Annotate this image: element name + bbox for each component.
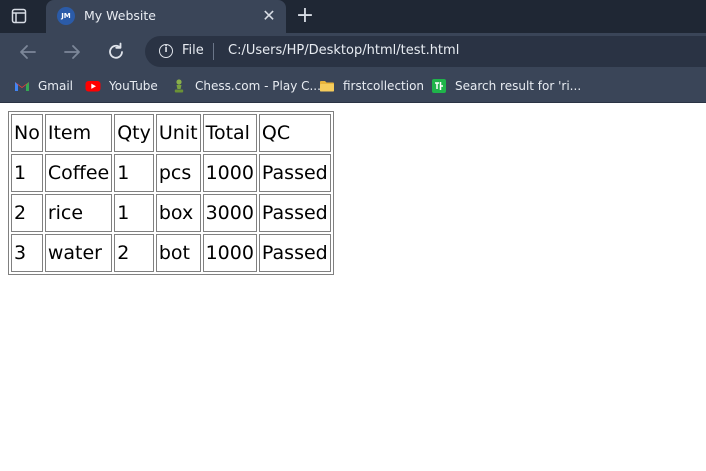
header-cell: No xyxy=(11,114,43,152)
bookmark-label: Search result for 'ri... xyxy=(455,79,582,93)
bookmark-gmail[interactable]: Gmail xyxy=(14,70,73,102)
bookmark-chess[interactable]: Chess.com - Play C... xyxy=(171,70,321,102)
table-cell: Passed xyxy=(258,154,331,192)
browser-chrome: JM My Website ✕ + i File C:/Users/HP/Des… xyxy=(0,0,706,103)
table-cell: rice xyxy=(44,194,113,232)
bookmark-folder-firstcollection[interactable]: firstcollection xyxy=(319,70,424,102)
table-cell: 3 xyxy=(11,234,43,272)
table-cell: 1 xyxy=(114,194,154,232)
toolbar: i File C:/Users/HP/Desktop/html/test.htm… xyxy=(0,33,706,70)
search-site-icon xyxy=(432,79,446,93)
forward-arrow-icon[interactable] xyxy=(61,41,83,63)
youtube-icon xyxy=(85,81,101,92)
tab-active[interactable]: JM My Website ✕ xyxy=(46,0,286,33)
table-row: 2 rice 1 box 3000 Passed xyxy=(11,194,331,232)
bookmark-label: firstcollection xyxy=(343,79,425,93)
table-cell: bot xyxy=(155,234,201,272)
table-row: 1 Coffee 1 pcs 1000 Passed xyxy=(11,154,331,192)
table-cell: 1000 xyxy=(202,234,257,272)
data-table: No Item Qty Unit Total QC 1 Coffee 1 pcs… xyxy=(8,111,334,275)
table-cell: 2 xyxy=(11,194,43,232)
table-cell: 1 xyxy=(114,154,154,192)
table-cell: water xyxy=(44,234,113,272)
bookmark-label: Gmail xyxy=(38,79,74,93)
reload-icon[interactable] xyxy=(105,41,127,63)
table-cell: 1 xyxy=(11,154,43,192)
site-favicon-icon: JM xyxy=(57,7,75,25)
bookmark-search-result[interactable]: Search result for 'ri... xyxy=(431,70,581,102)
table-row: 3 water 2 bot 1000 Passed xyxy=(11,234,331,272)
tab-title: My Website xyxy=(84,8,156,23)
close-icon[interactable]: ✕ xyxy=(260,6,278,26)
bookmark-youtube[interactable]: YouTube xyxy=(85,70,158,102)
table-cell: box xyxy=(155,194,201,232)
bookmark-label: Chess.com - Play C... xyxy=(195,79,321,93)
new-tab-icon[interactable]: + xyxy=(294,4,316,28)
address-divider xyxy=(213,43,214,60)
table-cell: Passed xyxy=(258,194,331,232)
gmail-icon xyxy=(15,82,29,91)
tab-actions-icon[interactable] xyxy=(11,8,27,24)
table-header-row: No Item Qty Unit Total QC xyxy=(11,114,331,152)
table-cell: Passed xyxy=(258,234,331,272)
header-cell: Item xyxy=(44,114,113,152)
address-bar[interactable]: i File C:/Users/HP/Desktop/html/test.htm… xyxy=(145,36,706,67)
table-cell: 1000 xyxy=(202,154,257,192)
header-cell: QC xyxy=(258,114,331,152)
tab-strip: JM My Website ✕ + xyxy=(0,0,706,33)
table-cell: pcs xyxy=(155,154,201,192)
back-arrow-icon[interactable] xyxy=(17,41,39,63)
bookmark-label: YouTube xyxy=(109,79,158,93)
page-content: No Item Qty Unit Total QC 1 Coffee 1 pcs… xyxy=(0,103,706,471)
header-cell: Qty xyxy=(114,114,154,152)
table-cell: 2 xyxy=(114,234,154,272)
header-cell: Total xyxy=(202,114,257,152)
header-cell: Unit xyxy=(155,114,201,152)
scheme-label: File xyxy=(182,43,204,58)
chess-pawn-icon xyxy=(174,79,184,93)
folder-icon xyxy=(320,81,334,92)
url-text[interactable]: C:/Users/HP/Desktop/html/test.html xyxy=(228,43,459,58)
table-cell: Coffee xyxy=(44,154,113,192)
table-cell: 3000 xyxy=(202,194,257,232)
bookmarks-bar: Gmail YouTube Chess.com - Play C... firs… xyxy=(0,70,706,103)
info-icon[interactable]: i xyxy=(159,44,173,58)
